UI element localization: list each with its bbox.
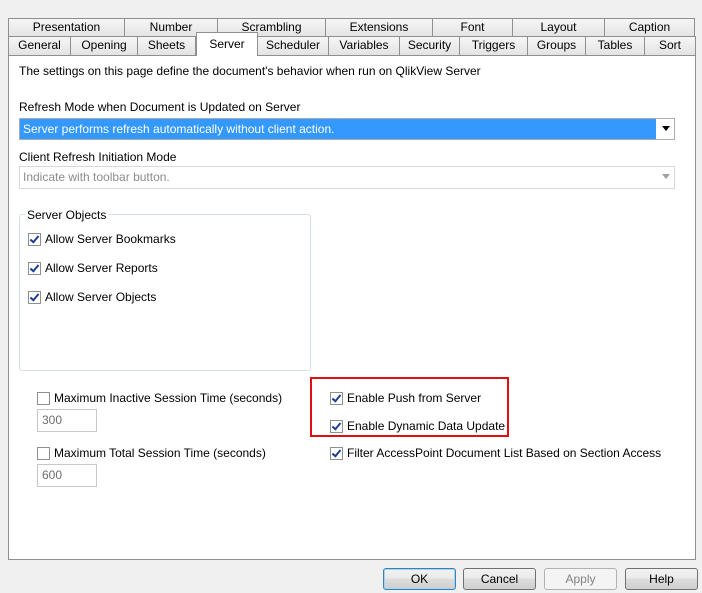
apply-button[interactable]: Apply [544, 568, 617, 590]
tab-triggers[interactable]: Triggers [460, 36, 528, 55]
tab-security[interactable]: Security [400, 36, 460, 55]
help-button[interactable]: Help [625, 568, 698, 590]
tab-row-2: General Opening Sheets Server Scheduler … [8, 32, 696, 56]
tab-layout[interactable]: Layout [513, 18, 605, 37]
refresh-mode-value: Server performs refresh automatically wi… [20, 119, 656, 139]
client-refresh-value: Indicate with toolbar button. [23, 170, 170, 184]
checkbox-icon [28, 290, 41, 304]
checkbox-label: Maximum Total Session Time (seconds) [54, 446, 266, 460]
tab-presentation[interactable]: Presentation [8, 18, 125, 37]
client-refresh-dropdown[interactable]: Indicate with toolbar button. [19, 166, 675, 189]
allow-server-bookmarks-checkbox[interactable]: Allow Server Bookmarks [28, 232, 176, 246]
checkbox-icon [330, 446, 343, 460]
checkbox-label: Allow Server Bookmarks [45, 232, 176, 246]
max-total-session-input[interactable]: 600 [37, 464, 97, 487]
checkbox-label: Maximum Inactive Session Time (seconds) [54, 391, 283, 405]
checkbox-icon [28, 261, 41, 275]
checkbox-label: Allow Server Reports [45, 261, 158, 275]
tab-sort[interactable]: Sort [645, 36, 696, 55]
tab-sheets[interactable]: Sheets [138, 36, 196, 55]
checkbox-label: Filter AccessPoint Document List Based o… [347, 446, 662, 460]
checkbox-icon [37, 391, 50, 405]
refresh-mode-label: Refresh Mode when Document is Updated on… [19, 100, 301, 114]
highlight-annotation-box [310, 377, 509, 437]
filter-accesspoint-checkbox[interactable]: Filter AccessPoint Document List Based o… [330, 446, 661, 460]
tab-tables[interactable]: Tables [586, 36, 645, 55]
server-objects-title: Server Objects [25, 208, 109, 222]
checkbox-icon [37, 446, 50, 460]
tab-groups[interactable]: Groups [528, 36, 586, 55]
max-total-session-checkbox[interactable]: Maximum Total Session Time (seconds) [37, 446, 266, 460]
max-inactive-session-checkbox[interactable]: Maximum Inactive Session Time (seconds) [37, 391, 282, 405]
checkbox-label: Allow Server Objects [45, 290, 157, 304]
cancel-button[interactable]: Cancel [463, 568, 536, 590]
client-refresh-label: Client Refresh Initiation Mode [19, 150, 177, 164]
dropdown-arrow-icon [662, 126, 670, 131]
refresh-mode-dropdown[interactable]: Server performs refresh automatically wi… [19, 118, 675, 140]
tab-server[interactable]: Server [196, 32, 258, 56]
tab-extensions[interactable]: Extensions [326, 18, 433, 37]
tab-general[interactable]: General [8, 36, 71, 55]
tab-opening[interactable]: Opening [71, 36, 138, 55]
tab-variables[interactable]: Variables [329, 36, 400, 55]
dropdown-arrow-icon [662, 174, 670, 179]
max-inactive-session-input[interactable]: 300 [37, 409, 97, 432]
allow-server-reports-checkbox[interactable]: Allow Server Reports [28, 261, 158, 275]
ok-button[interactable]: OK [383, 568, 456, 590]
page-description: The settings on this page define the doc… [19, 64, 481, 78]
tab-scheduler[interactable]: Scheduler [258, 36, 329, 55]
checkbox-icon [28, 232, 41, 246]
server-settings-panel: The settings on this page define the doc… [8, 55, 696, 560]
tab-row-1: Presentation Number Scrambling Extension… [8, 18, 695, 37]
tab-caption[interactable]: Caption [605, 18, 695, 37]
allow-server-objects-checkbox[interactable]: Allow Server Objects [28, 290, 156, 304]
tab-font[interactable]: Font [433, 18, 513, 37]
